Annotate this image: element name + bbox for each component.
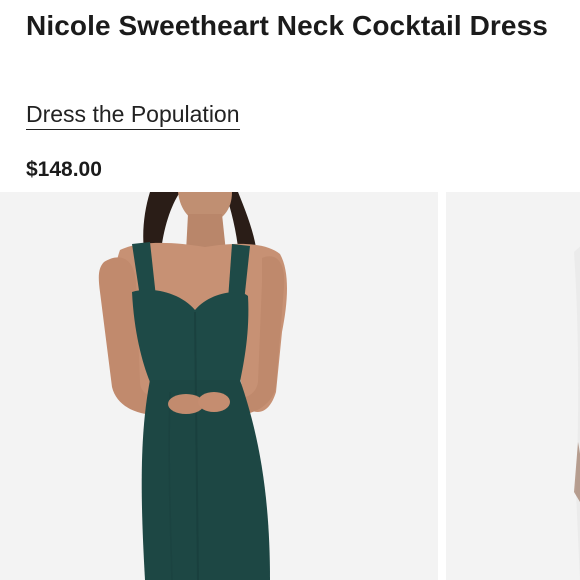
model-photo-illustration	[0, 192, 438, 580]
product-price: $148.00	[26, 158, 102, 181]
product-image-gallery[interactable]	[0, 192, 580, 580]
product-title: Nicole Sweetheart Neck Cocktail Dress	[26, 10, 548, 41]
product-image-1[interactable]	[0, 192, 438, 580]
product-image-2[interactable]	[446, 192, 580, 580]
brand-link[interactable]: Dress the Population	[26, 99, 240, 130]
second-photo-illustration	[446, 192, 580, 580]
